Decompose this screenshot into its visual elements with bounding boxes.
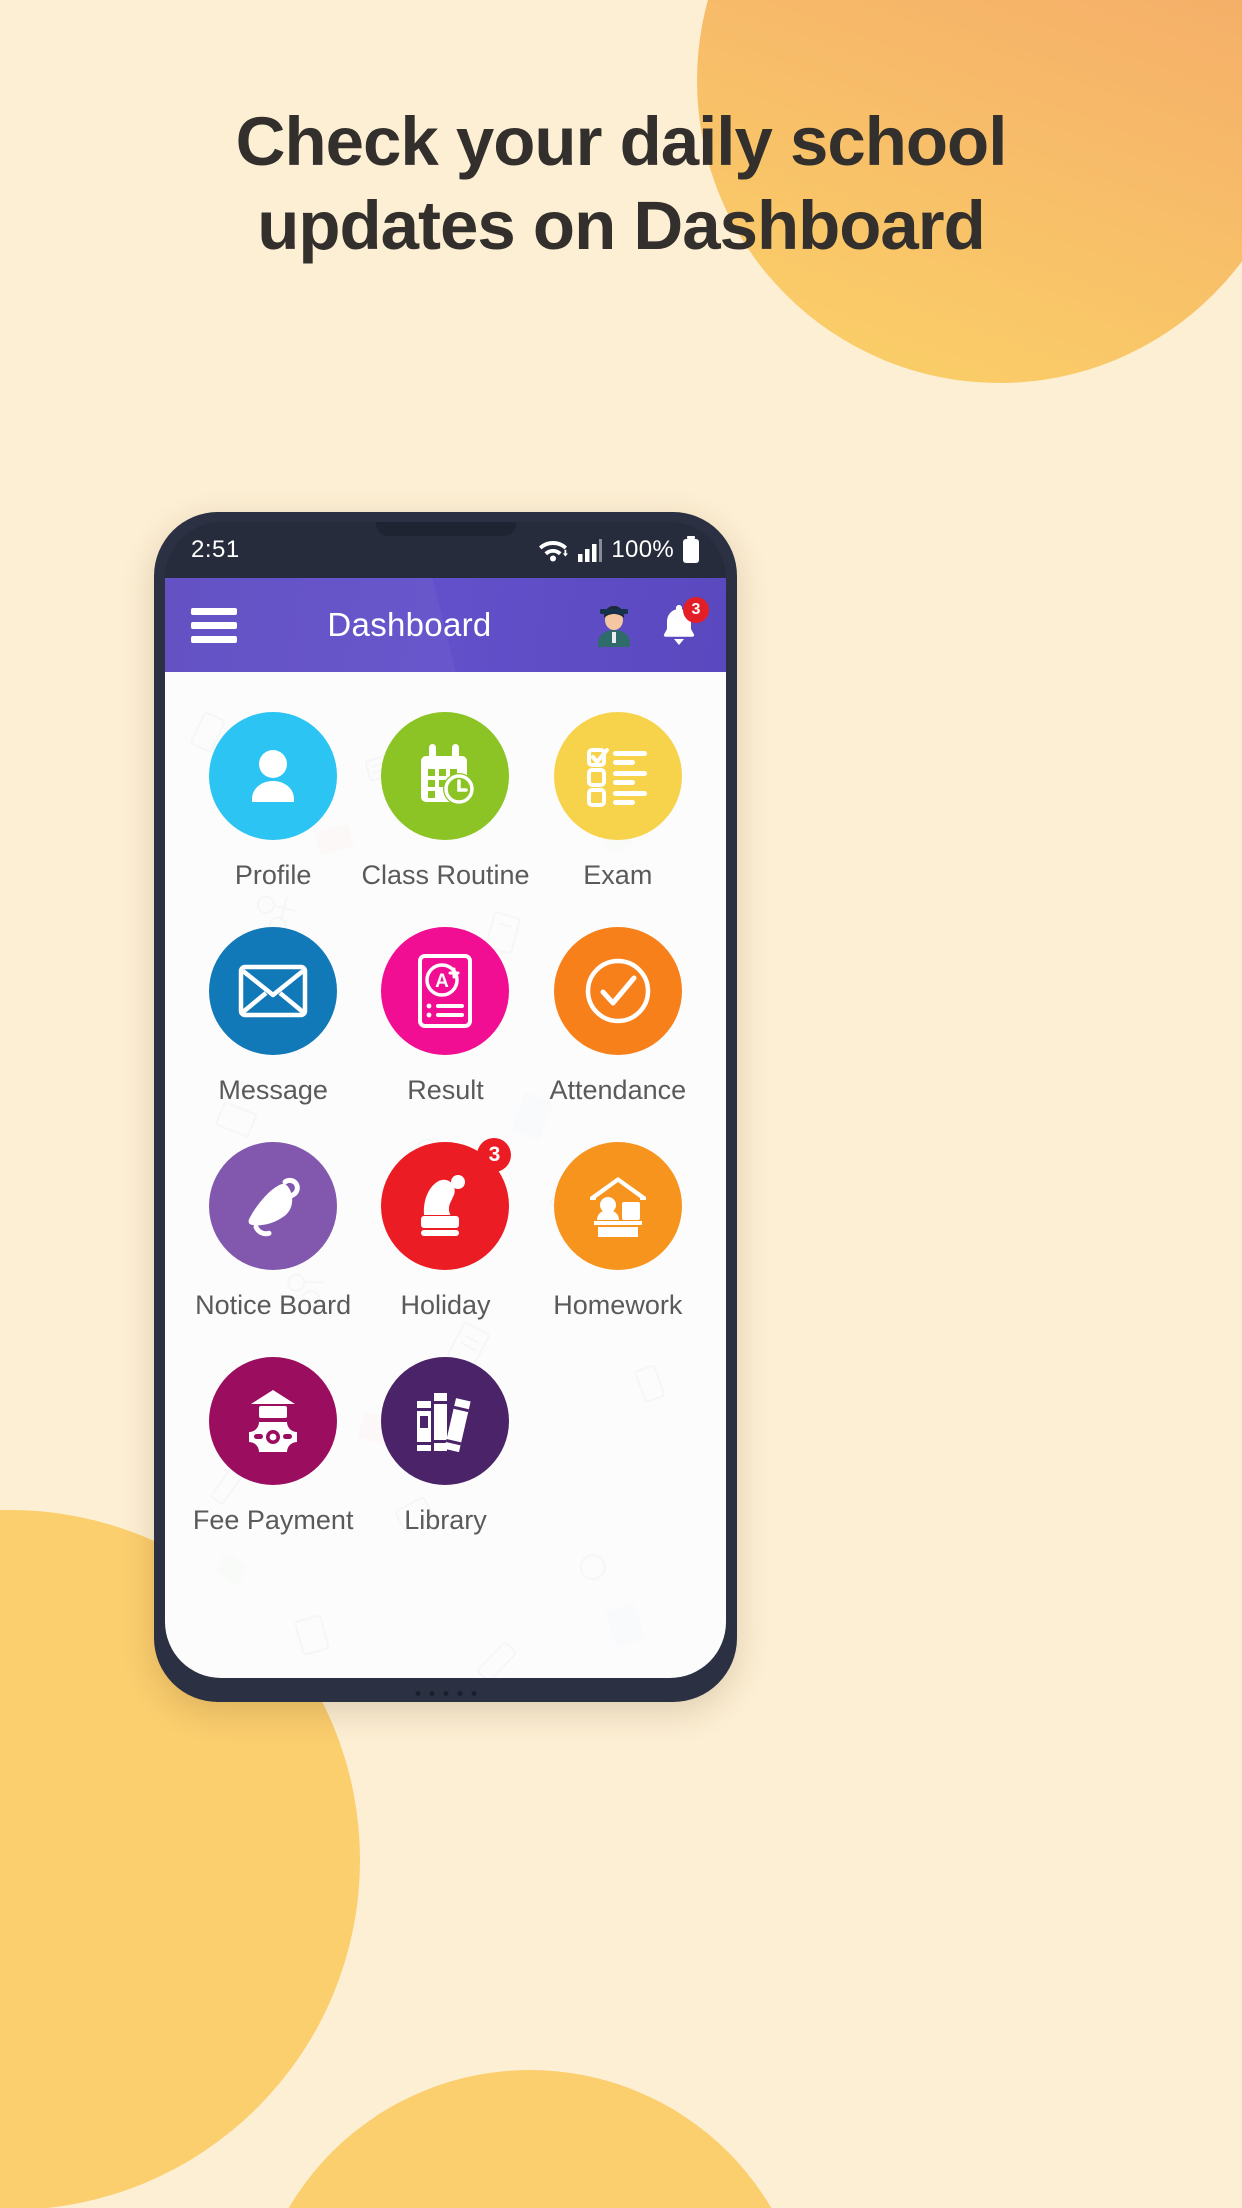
phone-screen: 2:51 100% Dashboard 3 Profile Class Rout… [165, 522, 726, 1678]
tile-icon-bubble [553, 1142, 682, 1270]
graduate-avatar-icon[interactable] [594, 603, 634, 647]
phone-notch [375, 522, 516, 536]
money-bag-icon [249, 1390, 298, 1452]
app-bar: Dashboard 3 [165, 578, 726, 672]
tile-notice-board[interactable]: Notice Board [187, 1142, 359, 1321]
tile-icon-bubble [381, 1357, 510, 1485]
wifi-icon [537, 537, 569, 563]
tile-label: Profile [234, 860, 312, 890]
tile-label: Fee Payment [192, 1505, 354, 1535]
tile-label: Notice Board [195, 1290, 352, 1320]
check-circle-icon [585, 958, 651, 1024]
status-bar: 2:51 100% [165, 522, 726, 578]
tile-class-routine[interactable]: Class Routine [359, 712, 531, 891]
tile-attendance[interactable]: Attendance [532, 927, 704, 1106]
app-bar-title: Dashboard [327, 606, 492, 643]
status-clock: 2:51 [191, 536, 240, 563]
calendar-clock-icon [421, 744, 476, 805]
envelope-icon [238, 964, 308, 1018]
page-title: Check your daily school updates on Dashb… [0, 100, 1242, 268]
tile-exam[interactable]: Exam [532, 712, 704, 891]
phone-speaker-grill [415, 1691, 476, 1696]
hand-bell-icon [248, 1177, 300, 1237]
bell-icon[interactable]: 3 [658, 597, 709, 648]
tile-label: Result [407, 1075, 484, 1105]
tile-label: Homework [553, 1290, 683, 1320]
tile-icon-bubble [209, 712, 338, 840]
tile-message[interactable]: Message [187, 927, 359, 1106]
grade-sheet-icon: A [418, 954, 473, 1028]
tile-icon-bubble [209, 1142, 338, 1270]
phone-mockup: 2:51 100% Dashboard 3 Profile Class Rout… [154, 512, 737, 1702]
checklist-icon [586, 748, 647, 807]
tile-icon-bubble [553, 712, 682, 840]
status-indicators: 100% [537, 536, 700, 564]
tile-label: Holiday [400, 1290, 491, 1320]
tile-label: Library [404, 1505, 487, 1535]
battery-icon [682, 536, 700, 564]
tile-label: Class Routine [361, 860, 530, 890]
user-icon [252, 750, 295, 802]
app-bar-actions: 3 [594, 597, 709, 648]
headline-line-1: Check your daily school [235, 103, 1008, 180]
tile-icon-bubble [209, 1357, 338, 1485]
dashboard-content: Profile Class Routine Exam Message A Res… [165, 672, 726, 1678]
tile-fee-payment[interactable]: Fee Payment [187, 1357, 359, 1536]
tile-icon-bubble: 3 [381, 1138, 512, 1270]
tile-icon-bubble [209, 927, 338, 1055]
tile-icon-bubble [381, 712, 510, 840]
signal-bars-icon [577, 538, 603, 562]
tile-label: Exam [583, 860, 653, 890]
santa-hat-icon [421, 1175, 466, 1236]
books-icon [417, 1393, 472, 1453]
dashboard-grid: Profile Class Routine Exam Message A Res… [165, 672, 726, 1536]
svg-text:A: A [436, 971, 450, 992]
tile-profile[interactable]: Profile [187, 712, 359, 891]
tile-library[interactable]: Library [359, 1357, 531, 1536]
tile-badge: 3 [477, 1138, 512, 1172]
tile-label: Attendance [549, 1075, 687, 1105]
battery-percent-label: 100% [611, 536, 674, 563]
tile-homework[interactable]: Homework [532, 1142, 704, 1321]
tile-holiday[interactable]: 3 Holiday [359, 1138, 531, 1321]
bottom-center-circle-decor [250, 2070, 810, 2208]
tile-icon-bubble [553, 927, 682, 1055]
tile-result[interactable]: A Result [359, 927, 531, 1106]
notification-badge: 3 [683, 597, 709, 623]
study-desk-icon [589, 1177, 646, 1237]
tile-label: Message [218, 1075, 328, 1105]
tile-icon-bubble: A [381, 927, 510, 1055]
headline-line-2: updates on Dashboard [257, 187, 986, 264]
